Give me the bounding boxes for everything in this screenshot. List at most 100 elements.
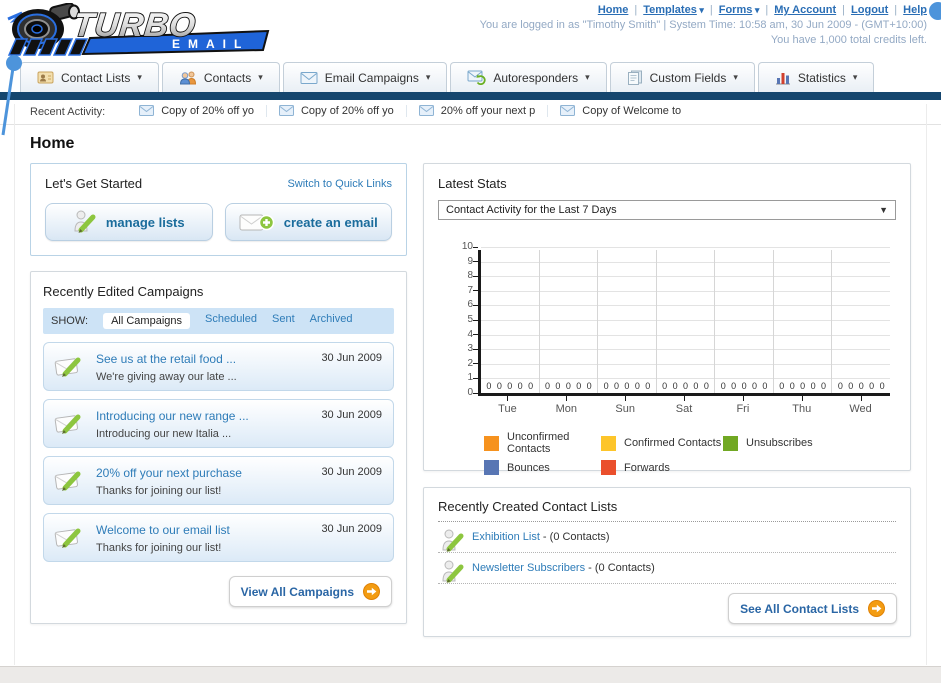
stats-period-select[interactable]: Contact Activity for the Last 7 Days ▼ — [438, 200, 896, 220]
data-label: 0 — [507, 381, 513, 391]
data-label: 0 — [789, 381, 795, 391]
nav-link-logout[interactable]: Logout — [851, 4, 888, 16]
contacts-icon — [179, 70, 197, 85]
campaigns-panel: Recently Edited Campaigns SHOW: All Camp… — [30, 271, 407, 624]
tab-email-campaigns[interactable]: Email Campaigns ▾ — [282, 62, 448, 92]
campaign-filter-all-campaigns[interactable]: All Campaigns — [103, 313, 190, 329]
email-campaigns-icon — [300, 71, 318, 85]
legend-item: Unconfirmed Contacts — [484, 431, 601, 455]
manage-lists-button[interactable]: manage lists — [45, 203, 213, 241]
chart-category-group: 00000 — [657, 250, 716, 393]
recent-activity-item[interactable]: Copy of 20% off yo — [265, 104, 406, 117]
chart-y-tick — [473, 377, 478, 379]
data-label: 0 — [544, 381, 550, 391]
chart-data-labels: 00000 — [598, 381, 656, 391]
nav-link-my-account[interactable]: My Account — [774, 4, 836, 16]
campaign-item[interactable]: Introducing our new range ... Introducing… — [43, 399, 394, 448]
campaign-title-link[interactable]: Welcome to our email list — [96, 523, 230, 537]
show-label: SHOW: — [51, 315, 89, 327]
data-label: 0 — [565, 381, 571, 391]
nav-link-forms[interactable]: Forms — [719, 4, 753, 16]
tab-autoresponders[interactable]: Autoresponders ▾ — [450, 62, 607, 92]
chart-data-labels: 00000 — [774, 381, 832, 391]
tab-custom-fields[interactable]: Custom Fields ▾ — [609, 62, 755, 92]
view-all-campaigns-label: View All Campaigns — [240, 584, 354, 599]
contact-list-item[interactable]: Newsletter Subscribers - (0 Contacts) — [438, 553, 896, 584]
chart-x-tick — [566, 396, 568, 401]
contact-list-count: - (0 Contacts) — [585, 562, 655, 574]
view-all-campaigns-button[interactable]: View All Campaigns — [228, 576, 392, 607]
campaign-filter-archived[interactable]: Archived — [310, 313, 353, 329]
tab-label: Email Campaigns — [324, 70, 419, 85]
recent-activity-item-label: Copy of 20% off yo — [300, 104, 394, 117]
switch-quick-links-link[interactable]: Switch to Quick Links — [287, 178, 392, 190]
envelope-plus-icon — [239, 211, 275, 234]
campaign-title-link[interactable]: Introducing our new range ... — [96, 409, 249, 423]
chevron-down-icon: ▾ — [137, 72, 142, 82]
nav-separator: | — [842, 4, 846, 16]
chart-x-tick — [507, 396, 509, 401]
data-label: 0 — [496, 381, 502, 391]
data-label: 0 — [848, 381, 854, 391]
envelope-pencil-icon — [54, 466, 84, 498]
login-status-text: You are logged in as "Timothy Smith" | S… — [479, 19, 927, 31]
statistics-icon — [775, 70, 791, 85]
legend-item: Bounces — [484, 460, 601, 475]
person-pencil-icon — [441, 559, 465, 588]
campaign-subtitle: Thanks for joining our list! — [96, 542, 222, 554]
legend-item: Unsubscribes — [723, 431, 896, 455]
contact-list-item[interactable]: Exhibition List - (0 Contacts) — [438, 522, 896, 553]
data-label: 0 — [634, 381, 640, 391]
tab-contacts[interactable]: Contacts ▾ — [161, 62, 280, 92]
page-title: Home — [30, 135, 75, 152]
turbo-email-logo: EMAIL TURBO — [4, 2, 272, 64]
recent-activity-item[interactable]: Copy of Welcome to — [547, 104, 693, 117]
recent-activity-item[interactable]: Copy of 20% off yo — [127, 105, 266, 117]
tab-statistics[interactable]: Statistics ▾ — [757, 62, 875, 92]
legend-label: Confirmed Contacts — [624, 437, 722, 449]
left-column: Let's Get Started Switch to Quick Links … — [30, 163, 407, 624]
create-an-email-button[interactable]: create an email — [224, 203, 392, 241]
chevron-down-icon: ▼ — [879, 205, 888, 215]
chart-legend: Unconfirmed Contacts Confirmed Contacts Un… — [484, 431, 896, 475]
nav-link-home[interactable]: Home — [598, 4, 629, 16]
campaign-filter-sent[interactable]: Sent — [272, 313, 295, 329]
campaign-item[interactable]: Welcome to our email list Thanks for join… — [43, 513, 394, 562]
campaign-subtitle: Thanks for joining our list! — [96, 485, 222, 497]
nav-link-help[interactable]: Help — [903, 4, 927, 16]
contact-list-link[interactable]: Newsletter Subscribers — [472, 562, 585, 574]
main-tab-bar: Contact Lists ▾ Contacts ▾ Email Campaigns ▾ A… — [0, 62, 941, 92]
chart-x-tick-label: Sat — [655, 396, 714, 415]
campaign-item[interactable]: 20% off your next purchase Thanks for joi… — [43, 456, 394, 505]
tab-label: Autoresponders — [493, 70, 579, 85]
campaigns-title: Recently Edited Campaigns — [43, 284, 204, 299]
x-label-text: Sat — [675, 403, 693, 415]
recent-activity-item[interactable]: 20% off your next p — [405, 104, 548, 117]
chart-y-tick — [473, 334, 478, 336]
campaign-date: 30 Jun 2009 — [321, 466, 382, 478]
nav-link-templates[interactable]: Templates — [643, 4, 697, 16]
help-bubble-icon[interactable] — [929, 2, 941, 20]
data-label: 0 — [603, 381, 609, 391]
campaign-filter-scheduled[interactable]: Scheduled — [205, 313, 257, 329]
chart-y-tick — [473, 363, 478, 365]
data-label: 0 — [703, 381, 709, 391]
button-label: create an email — [283, 214, 378, 230]
legend-label: Unsubscribes — [746, 437, 813, 449]
data-label: 0 — [731, 381, 737, 391]
campaign-title-link[interactable]: 20% off your next purchase — [96, 466, 242, 480]
custom-fields-icon — [627, 70, 643, 85]
campaign-item[interactable]: See us at the retail food ... We're givin… — [43, 342, 394, 391]
contact-list-link[interactable]: Exhibition List — [472, 531, 540, 543]
legend-swatch — [484, 460, 499, 475]
campaign-title-link[interactable]: See us at the retail food ... — [96, 352, 236, 366]
legend-item: Confirmed Contacts — [601, 431, 723, 455]
tab-label: Statistics — [797, 70, 846, 85]
arrow-circle-icon — [363, 583, 380, 600]
campaign-filters: All Campaigns Scheduled Sent Archived — [103, 313, 352, 329]
data-label: 0 — [645, 381, 651, 391]
logo-turbo-text: TURBO — [72, 7, 198, 44]
tab-contact-lists[interactable]: Contact Lists ▾ — [20, 62, 159, 92]
get-started-buttons: manage lists create an email — [45, 203, 392, 241]
see-all-contact-lists-button[interactable]: See All Contact Lists — [728, 593, 897, 624]
